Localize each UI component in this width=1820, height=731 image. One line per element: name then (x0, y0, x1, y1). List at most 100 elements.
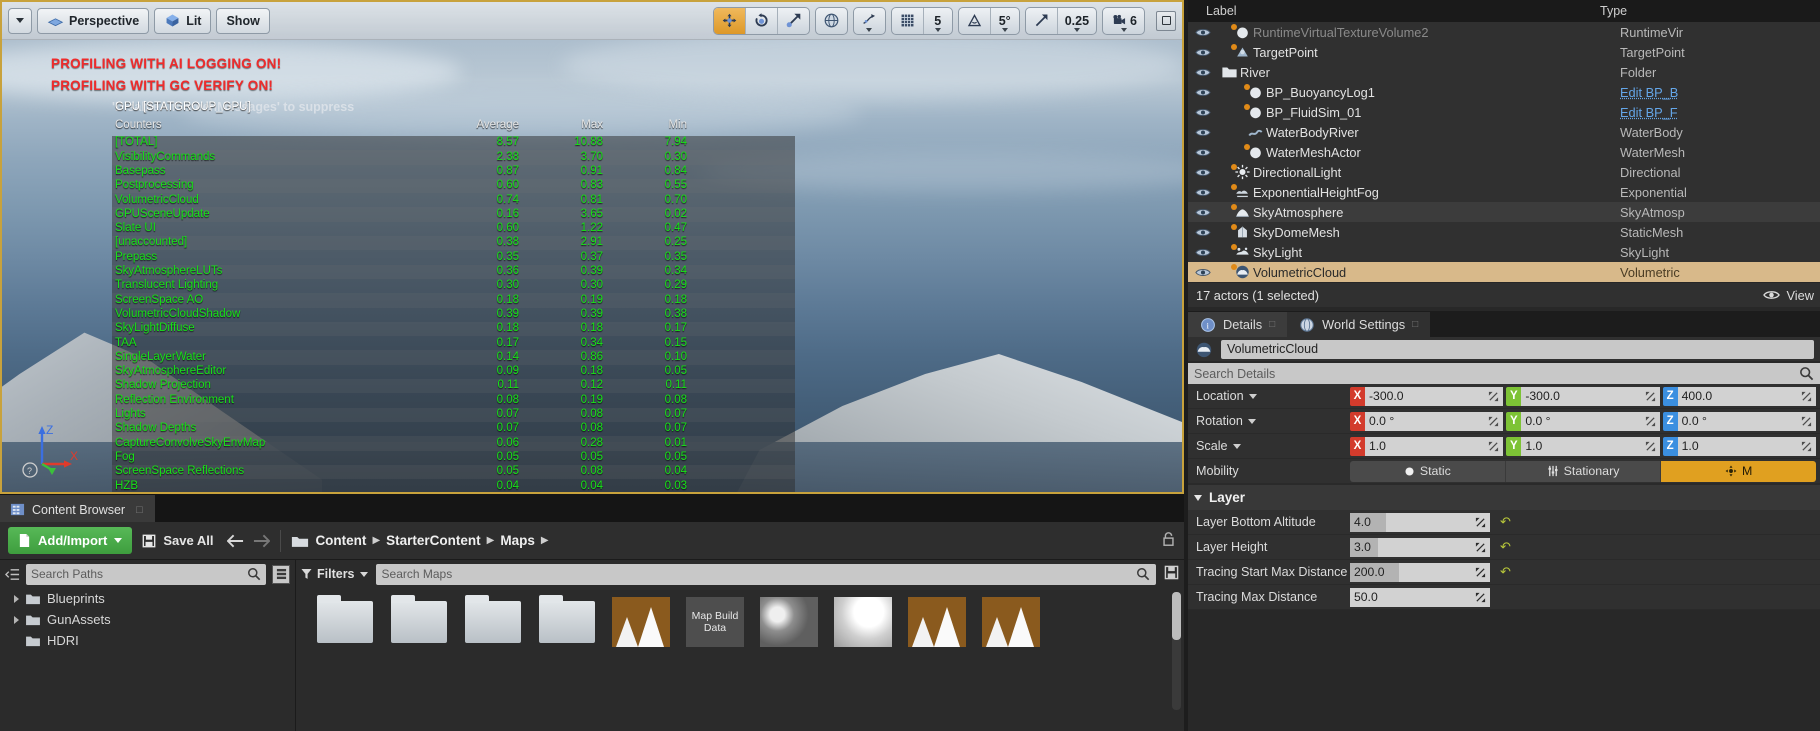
drag-handle-icon[interactable] (1475, 567, 1486, 578)
outliner-row[interactable]: WaterBodyRiver WaterBody (1188, 122, 1820, 142)
rotation-snap-toggle[interactable] (959, 7, 991, 34)
asset-tile[interactable]: Map Build Data (684, 596, 746, 648)
visibility-toggle-icon[interactable] (1188, 47, 1218, 58)
asset-tile[interactable] (758, 596, 820, 648)
mobility-option[interactable]: M (1661, 460, 1816, 482)
close-icon[interactable]: □ (1269, 319, 1275, 330)
transform-y-input[interactable]: 1.0 (1521, 436, 1660, 456)
drag-handle-icon[interactable] (1488, 391, 1499, 402)
asset-tile[interactable] (388, 595, 450, 648)
outliner-row-type[interactable]: Edit BP_B (1620, 85, 1820, 100)
breadcrumb-item-startercontent[interactable]: StarterContent (386, 533, 481, 548)
transform-y-input[interactable]: 0.0 ° (1521, 411, 1660, 431)
outliner-row[interactable]: SkyAtmosphere SkyAtmosp (1188, 202, 1820, 222)
visibility-toggle-icon[interactable] (1188, 27, 1218, 38)
asset-tile[interactable] (536, 595, 598, 648)
visibility-toggle-icon[interactable] (1188, 267, 1218, 278)
outliner-row[interactable]: RuntimeVirtualTextureVolume2 RuntimeVir (1188, 22, 1820, 42)
asset-tile[interactable] (832, 596, 894, 648)
breadcrumb-item-maps[interactable]: Maps (500, 533, 535, 548)
revert-icon[interactable]: ↶ (1500, 514, 1511, 530)
search-paths-input[interactable]: Search Paths (26, 563, 266, 585)
transform-y-input[interactable]: -300.0 (1521, 386, 1660, 406)
layer-section-header[interactable]: Layer (1188, 484, 1820, 510)
level-viewport[interactable]: Perspective Lit Show 5 5° 0.25 6 PROFILI… (0, 0, 1184, 494)
collapse-tree-icon[interactable] (5, 567, 20, 582)
layer-property-slider[interactable]: 3.0 (1350, 537, 1490, 557)
add-import-button[interactable]: Add/Import (8, 527, 133, 554)
transform-row-label[interactable]: Scale (1188, 439, 1350, 453)
transform-row-label[interactable]: Rotation (1188, 414, 1350, 428)
translate-mode-button[interactable] (713, 7, 746, 34)
visibility-toggle-icon[interactable] (1188, 167, 1218, 178)
drag-handle-icon[interactable] (1488, 416, 1499, 427)
transform-z-input[interactable]: 0.0 ° (1677, 411, 1816, 431)
outliner-row[interactable]: ExponentialHeightFog Exponential (1188, 182, 1820, 202)
tab-content-browser[interactable]: Content Browser □ (0, 495, 155, 522)
outliner-view-options[interactable]: View (1763, 288, 1814, 303)
save-search-button[interactable] (1164, 565, 1179, 583)
view-mode-button[interactable]: Lit (154, 7, 212, 34)
world-space-button[interactable] (816, 8, 847, 34)
grid-snap-value[interactable]: 5 (924, 8, 952, 34)
transform-z-input[interactable]: 1.0 (1677, 436, 1816, 456)
back-arrow-icon[interactable] (227, 534, 244, 548)
visibility-toggle-icon[interactable] (1188, 147, 1218, 158)
asset-tile[interactable] (462, 595, 524, 648)
rotation-snap-value[interactable]: 5° (991, 8, 1019, 34)
drag-handle-icon[interactable] (1801, 441, 1812, 452)
outliner-row[interactable]: SkyDomeMesh StaticMesh (1188, 222, 1820, 242)
drag-handle-icon[interactable] (1645, 441, 1656, 452)
transform-row-label[interactable]: Location (1188, 389, 1350, 403)
chevron-down-icon[interactable] (1247, 418, 1256, 424)
drag-handle-icon[interactable] (1801, 416, 1812, 427)
tree-item[interactable]: GunAssets (8, 609, 295, 630)
visibility-toggle-icon[interactable] (1188, 127, 1218, 138)
grid-snap-toggle[interactable] (892, 7, 924, 34)
mobility-option[interactable]: Stationary (1505, 460, 1661, 482)
drag-handle-icon[interactable] (1475, 542, 1486, 553)
maximize-viewport-button[interactable] (1156, 10, 1176, 31)
outliner-row[interactable]: River Folder (1188, 62, 1820, 82)
outliner-row[interactable]: BP_FluidSim_01 Edit BP_F (1188, 102, 1820, 122)
chevron-down-icon[interactable] (1232, 443, 1241, 449)
transform-x-input[interactable]: 0.0 ° (1365, 411, 1504, 431)
outliner-row[interactable]: BP_BuoyancyLog1 Edit BP_B (1188, 82, 1820, 102)
transform-x-input[interactable]: -300.0 (1365, 386, 1504, 406)
close-icon[interactable]: □ (136, 504, 143, 516)
visibility-toggle-icon[interactable] (1188, 67, 1218, 78)
visibility-toggle-icon[interactable] (1188, 107, 1218, 118)
outliner-row[interactable]: DirectionalLight Directional (1188, 162, 1820, 182)
actor-name-input[interactable]: VolumetricCloud (1221, 339, 1814, 359)
drag-handle-icon[interactable] (1475, 517, 1486, 528)
outliner-row[interactable]: VolumetricCloud Volumetric (1188, 262, 1820, 282)
outliner-row[interactable]: TargetPoint TargetPoint (1188, 42, 1820, 62)
transform-z-input[interactable]: 400.0 (1677, 386, 1816, 406)
visibility-toggle-icon[interactable] (1188, 227, 1218, 238)
chevron-right-icon[interactable] (14, 615, 19, 624)
save-all-button[interactable]: Save All (142, 533, 213, 548)
camera-mode-button[interactable]: Perspective (37, 7, 150, 34)
search-assets-input[interactable]: Search Maps (375, 563, 1156, 585)
asset-tile[interactable] (314, 595, 376, 648)
chevron-down-icon[interactable] (1248, 393, 1257, 399)
tree-options-button[interactable] (272, 564, 290, 584)
transform-x-input[interactable]: 1.0 (1365, 436, 1504, 456)
forward-arrow-icon[interactable] (253, 534, 271, 548)
camera-speed-toggle[interactable]: 6 (1103, 8, 1144, 34)
drag-handle-icon[interactable] (1801, 391, 1812, 402)
mobility-option[interactable]: Static (1350, 460, 1505, 482)
drag-handle-icon[interactable] (1645, 416, 1656, 427)
tree-item[interactable]: Blueprints (8, 588, 295, 609)
details-search-input[interactable]: Search Details (1188, 363, 1820, 384)
scale-snap-value[interactable]: 0.25 (1058, 8, 1096, 34)
breadcrumb-item-content[interactable]: Content (315, 533, 366, 548)
show-flags-button[interactable]: Show (216, 7, 270, 34)
layer-property-slider[interactable]: 4.0 (1350, 512, 1490, 532)
asset-tile[interactable] (980, 596, 1042, 648)
visibility-toggle-icon[interactable] (1188, 207, 1218, 218)
revert-icon[interactable]: ↶ (1500, 564, 1511, 580)
drag-handle-icon[interactable] (1645, 391, 1656, 402)
rotate-mode-button[interactable] (746, 7, 778, 34)
drag-handle-icon[interactable] (1488, 441, 1499, 452)
